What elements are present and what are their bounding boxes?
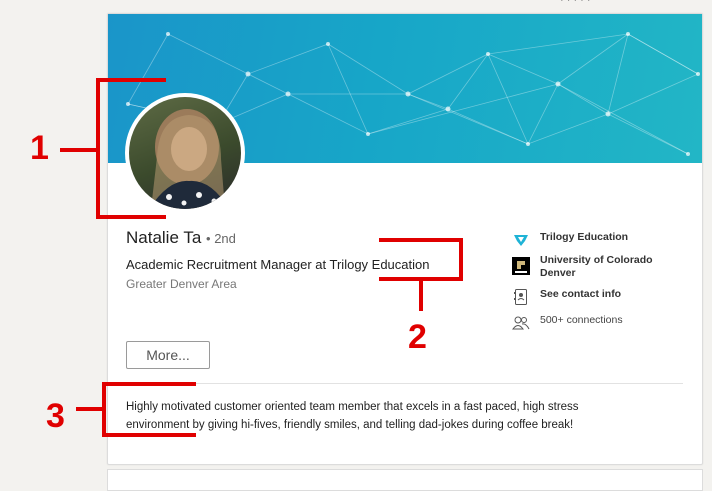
people-icon <box>512 314 530 332</box>
annotation-2-pointer <box>419 281 423 311</box>
next-card-edge <box>107 469 703 491</box>
profile-location: Greater Denver Area <box>126 277 237 291</box>
annotation-2-bracket-right <box>459 238 463 281</box>
school-name: University of Colorado Denver <box>540 254 653 280</box>
cu-denver-logo-icon <box>512 257 530 275</box>
annotation-2-bracket-top <box>379 238 463 242</box>
side-company[interactable]: Trilogy Education <box>512 231 628 249</box>
top-partial-text: · · · · · <box>560 0 591 6</box>
profile-photo <box>129 97 241 209</box>
annotation-1-pointer <box>60 148 96 152</box>
profile-photo-illustration <box>149 109 229 209</box>
annotation-3-bracket-bottom <box>102 433 196 437</box>
connections-count: 500+ connections <box>540 314 623 326</box>
side-contact-info[interactable]: See contact info <box>512 288 621 306</box>
annotation-label-3: 3 <box>46 397 65 435</box>
annotation-label-1: 1 <box>30 129 49 167</box>
profile-name[interactable]: Natalie Ta <box>126 228 201 247</box>
annotation-3-bracket-vertical <box>102 382 106 437</box>
section-divider <box>126 383 683 384</box>
profile-photo-frame[interactable] <box>125 93 245 213</box>
annotation-1-bracket-vertical <box>96 78 100 219</box>
annotation-3-pointer <box>76 407 104 411</box>
annotation-1-bracket-top <box>96 78 166 82</box>
annotation-1-bracket-bottom <box>96 215 166 219</box>
summary-line-2: environment by giving hi-fives, friendly… <box>126 419 574 431</box>
annotation-label-2: 2 <box>408 318 427 356</box>
trilogy-logo-icon <box>512 231 530 249</box>
side-connections[interactable]: 500+ connections <box>512 314 623 332</box>
profile-summary: Highly motivated customer oriented team … <box>126 398 666 434</box>
connection-degree: • 2nd <box>206 231 236 246</box>
annotation-3-bracket-top <box>102 382 196 386</box>
contact-card-icon <box>512 288 530 306</box>
contact-info-link: See contact info <box>540 288 622 300</box>
company-name: Trilogy Education <box>540 231 629 243</box>
school-line-2: Denver <box>540 267 576 279</box>
profile-name-line: Natalie Ta • 2nd <box>126 228 236 248</box>
summary-line-1: Highly motivated customer oriented team … <box>126 401 579 413</box>
profile-headline: Academic Recruitment Manager at Trilogy … <box>126 257 430 272</box>
school-line-1: University of Colorado <box>540 254 653 266</box>
more-button[interactable]: More... <box>126 341 210 369</box>
side-school[interactable]: University of Colorado Denver <box>512 254 653 280</box>
